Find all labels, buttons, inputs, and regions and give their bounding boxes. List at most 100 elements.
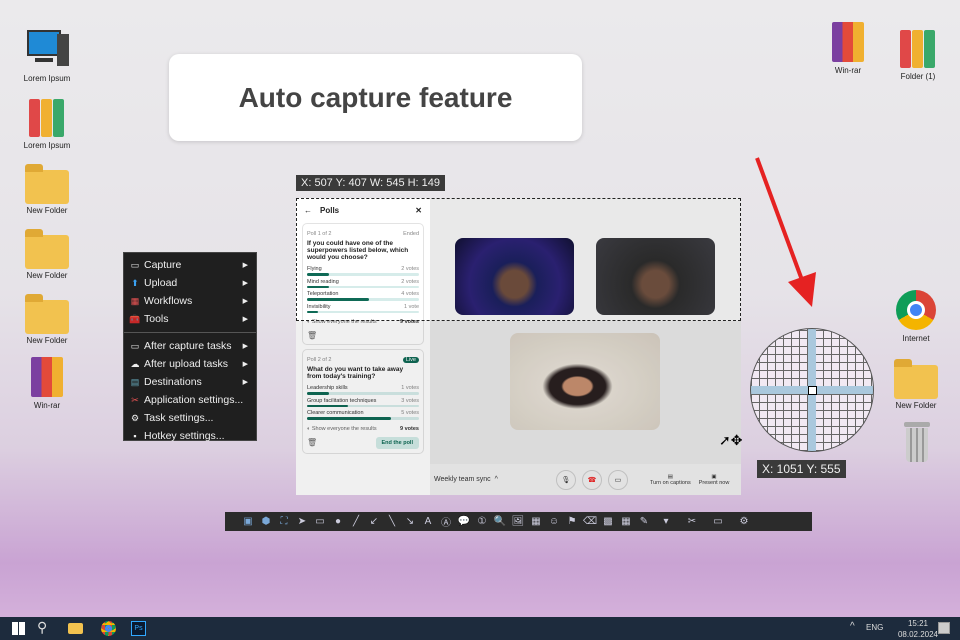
photoshop-icon[interactable]: Ps [131,621,146,636]
rectangle-tool-icon[interactable]: ▭ [313,515,327,529]
desktop-icon-computer[interactable]: Lorem Ipsum [12,28,82,83]
menu-item-upload[interactable]: ⬆ Upload ▶ [124,274,256,292]
menu-item-task-settings[interactable]: ⚙ Task settings... [124,409,256,427]
menu-item-capture[interactable]: ▭ Capture ▶ [124,256,256,274]
binders-icon [25,95,69,139]
region-size-label: X: 507 Y: 407 W: 545 H: 149 [296,175,446,191]
magnify-tool-icon[interactable]: 🔍 [493,515,507,529]
submenu-arrow-icon: ▶ [242,361,248,368]
sticker-tool-icon[interactable]: ▦ [529,515,543,529]
ellipse-region-tool-icon[interactable]: ⬢ [259,515,273,529]
ellipse-tool-icon[interactable]: ● [331,515,345,529]
tools-icon: 🧰 [129,314,141,324]
menu-label: Destinations [144,376,202,388]
icon-label: Win-rar [834,66,862,75]
tray-context-menu: ▭ Capture ▶ ⬆ Upload ▶ ▦ Workflows ▶ 🧰 Tools ▶ ▭… [123,252,257,442]
icon-label: Folder (1) [900,72,936,81]
emoji-tool-icon[interactable]: ☺ [547,515,561,529]
desktop-icon-winrar[interactable]: Win-rar [813,20,883,75]
folder-icon [25,160,69,204]
icon-label: New Folder [26,336,68,345]
folder-icon [894,355,938,399]
notification-icon[interactable] [938,622,950,634]
red-arrow-annotation [755,157,816,307]
menu-label: Task settings... [144,412,214,424]
winrar-icon [25,355,69,399]
icon-label: Internet [902,334,930,343]
speech-balloon-tool-icon[interactable]: 💬 [457,515,471,529]
menu-label: After upload tasks [144,358,229,370]
clock[interactable]: 15:21 08.02.2024 [893,618,943,640]
settings-tool-icon[interactable]: ⚙ [733,515,755,529]
tools-tool-icon[interactable]: ✂ [681,515,703,529]
keyboard-icon: ▪ [133,431,137,441]
search-icon[interactable]: ⚲ [37,619,47,636]
submenu-arrow-icon: ▶ [242,262,248,269]
gear-icon: ⚙ [130,413,140,423]
menu-label: Capture [144,259,182,271]
chrome-icon [894,288,938,332]
chrome-taskbar-icon[interactable] [101,621,116,636]
clock-time: 15:21 [907,619,929,628]
menu-item-application-settings[interactable]: ✂ Application settings... [124,391,256,409]
capture-selection-region[interactable] [296,198,741,321]
cursor-tool-icon[interactable]: ➤ [295,515,309,529]
stamp-tool-icon[interactable]: ⚑ [565,515,579,529]
cloud-icon: ☁ [130,359,140,369]
desktop-icon-folder[interactable]: New Folder [881,355,951,410]
menu-item-hotkey-settings[interactable]: ▪ Hotkey settings... [124,427,256,445]
menu-item-after-capture[interactable]: ▭ After capture tasks ▶ [124,337,256,355]
desktop-icon-binders[interactable]: Lorem Ipsum [12,95,82,150]
desktop-icon-binders[interactable]: Folder (1) [883,26,953,81]
submenu-arrow-icon: ▶ [242,379,248,386]
desktop-icon-folder[interactable]: New Folder [12,225,82,280]
menu-item-destinations[interactable]: ▤ Destinations ▶ [124,373,256,391]
submenu-arrow-icon: ▶ [242,316,248,323]
blur-tool-icon[interactable]: ▩ [601,515,615,529]
menu-label: Upload [144,277,178,289]
desktop-icon-recycle-bin[interactable] [881,420,951,466]
icon-label: Lorem Ipsum [23,74,71,83]
desktop-icon-folder[interactable]: New Folder [12,290,82,345]
destinations-icon: ▤ [130,377,140,387]
step-tool-icon[interactable]: ① [475,515,489,529]
cursor-position-label: X: 1051 Y: 555 [757,460,846,478]
text-box-tool-icon[interactable]: Ⓐ [439,515,453,529]
menu-item-tools[interactable]: 🧰 Tools ▶ [124,310,256,328]
menu-label: Workflows [144,295,193,307]
freehand-region-tool-icon[interactable]: ⛶ [277,515,291,529]
icon-label: New Folder [895,401,937,410]
windows-start-icon[interactable] [12,622,25,635]
taskbar: ⚲ Ps ^ ENG 15:21 08.02.2024 [0,617,960,640]
image-tool-icon[interactable]: 🖼 [511,515,525,529]
capture-tool-icon[interactable]: ▭ [707,515,729,529]
icon-label: New Folder [26,271,68,280]
capture-toolbar: ▣ ⬢ ⛶ ➤ ▭ ● ╱ ↙ ╲ ↘ A Ⓐ 💬 ① 🔍 🖼 ▦ ☺ ⚑ ⌫ ▩ ▦ ✎ ▾ ✂ ▭ ⚙ [225,512,812,531]
highlight-tool-icon[interactable]: ✎ [637,515,651,529]
pen-arrow-tool-icon[interactable]: ↘ [403,515,417,529]
winrar-icon [826,20,870,64]
desktop-icon-winrar[interactable]: Win-rar [12,355,82,410]
menu-item-workflows[interactable]: ▦ Workflows ▶ [124,292,256,310]
menu-item-after-upload[interactable]: ☁ After upload tasks ▶ [124,355,256,373]
arrow-tool-icon[interactable]: ↙ [367,515,381,529]
language-indicator[interactable]: ENG [866,623,883,632]
folder-icon [25,290,69,334]
arrow-shaft [755,157,804,281]
menu-label: Tools [144,313,169,325]
line-tool-icon[interactable]: ╱ [349,515,363,529]
desktop-icon-folder[interactable]: New Folder [12,160,82,215]
settings-tools-icon: ✂ [131,395,139,405]
desktop-icon-internet[interactable]: Internet [881,288,951,343]
text-outline-tool-icon[interactable]: A [421,515,435,529]
icon-label: New Folder [26,206,68,215]
chevron-up-icon[interactable]: ^ [850,621,855,632]
pixelate-tool-icon[interactable]: ▦ [619,515,633,529]
eraser-tool-icon[interactable]: ⌫ [583,515,597,529]
file-explorer-icon[interactable] [68,623,83,634]
after-capture-icon: ▭ [130,341,140,351]
options-tool-icon[interactable]: ▾ [655,515,677,529]
pen-tool-icon[interactable]: ╲ [385,515,399,529]
region-tool-icon[interactable]: ▣ [241,515,255,529]
submenu-arrow-icon: ▶ [242,280,248,287]
